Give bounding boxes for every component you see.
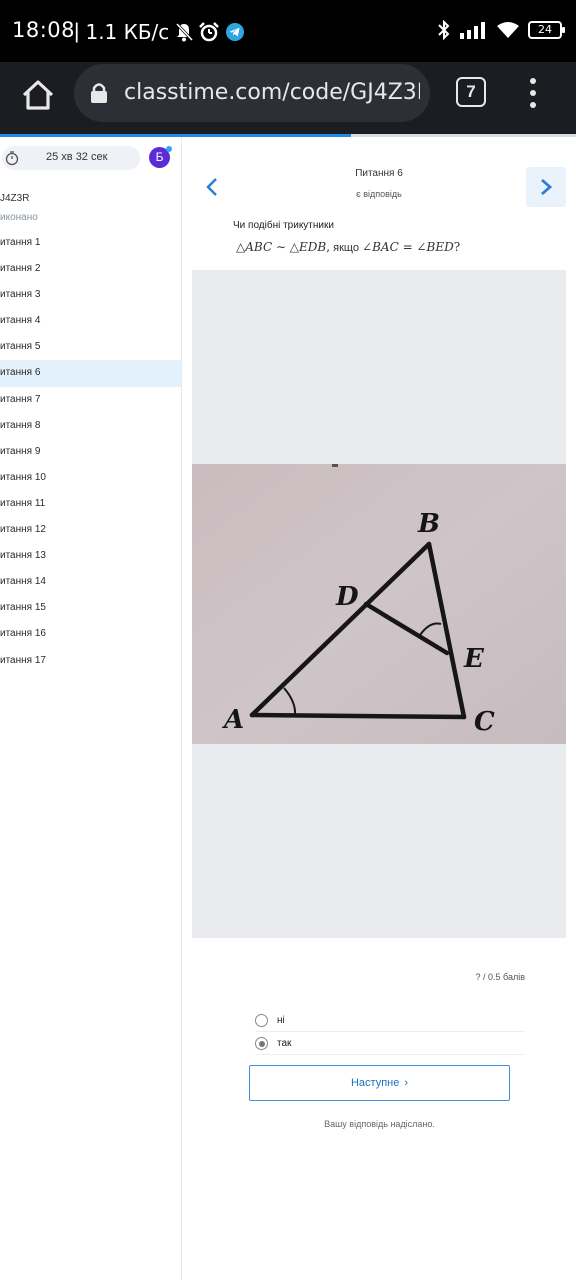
telegram-icon	[226, 23, 245, 41]
sidebar-question-item[interactable]: итання 9	[0, 439, 181, 465]
option-label: ні	[277, 1015, 285, 1026]
chevron-right-icon: ›	[404, 1077, 409, 1089]
status-left: | 1.1 КБ/с	[74, 20, 245, 44]
previous-question-icon[interactable]	[203, 175, 223, 199]
bell-off-icon	[176, 22, 194, 42]
status-bar: 18:08 | 1.1 КБ/с 24	[0, 0, 576, 62]
sidebar-question-item[interactable]: итання 2	[0, 256, 181, 282]
sidebar-question-item[interactable]: итання 8	[0, 413, 181, 439]
answer-option-no[interactable]: ні	[255, 1010, 525, 1032]
lock-icon	[91, 83, 107, 103]
sidebar-question-item[interactable]: итання 3	[0, 282, 181, 308]
sidebar-question-item[interactable]: итання 1	[0, 230, 181, 256]
chevron-right-icon	[541, 178, 553, 196]
radio-button[interactable]	[255, 1037, 268, 1050]
sidebar-question-item[interactable]: итання 4	[0, 308, 181, 334]
triangle-figure: B D E A C	[192, 464, 566, 744]
browser-menu-icon[interactable]	[522, 74, 544, 114]
answered-status: є відповідь	[356, 189, 402, 199]
answer-sent-message: Вашу відповідь надіслано.	[324, 1119, 435, 1129]
stopwatch-icon	[5, 151, 19, 166]
sidebar-question-item[interactable]: итання 12	[0, 517, 181, 543]
sidebar-question-item[interactable]: итання 7	[0, 387, 181, 413]
tab-switcher-button[interactable]: 7	[456, 77, 486, 107]
sidebar-question-item[interactable]: итання 14	[0, 569, 181, 595]
bluetooth-icon	[438, 20, 450, 40]
completion-status: иконано	[0, 212, 38, 223]
triangle-diagram: B D E A C	[192, 464, 566, 744]
vertex-label-e: E	[463, 644, 485, 674]
sidebar-question-item[interactable]: итання 6	[0, 360, 181, 387]
timer: 25 хв 32 сек	[2, 146, 140, 170]
signal-icon	[460, 22, 485, 39]
url-text: classtime.com/code/GJ4Z3R/	[124, 80, 420, 105]
home-icon[interactable]	[18, 75, 58, 115]
vertex-label-b: B	[417, 509, 440, 539]
question-image-panel: B D E A C	[192, 270, 566, 938]
vertex-label-a: A	[221, 705, 244, 735]
wifi-icon	[497, 22, 519, 38]
sidebar-question-item[interactable]: итання 13	[0, 543, 181, 569]
question-title: Питання 6	[355, 168, 403, 179]
question-prompt: Чи подібні трикутники	[233, 220, 334, 231]
vertex-label-c: C	[474, 707, 495, 737]
question-sidebar: 25 хв 32 сек Б J4Z3R иконано итання 1 ита…	[0, 137, 182, 1280]
browser-toolbar: classtime.com/code/GJ4Z3R/ 7	[0, 62, 576, 134]
next-question-button[interactable]	[526, 167, 566, 207]
status-time: 18:08	[12, 18, 76, 42]
answer-option-yes[interactable]: так	[255, 1033, 525, 1055]
option-label: так	[277, 1038, 292, 1049]
sidebar-question-item[interactable]: итання 5	[0, 334, 181, 360]
address-bar[interactable]: classtime.com/code/GJ4Z3R/	[74, 64, 430, 122]
vertex-label-d: D	[335, 582, 359, 612]
next-button[interactable]: Наступне ›	[249, 1065, 510, 1101]
question-formula: △ABC ∼ △EDB, якщо ∠BAC = ∠BED?	[236, 240, 461, 254]
timer-text: 25 хв 32 сек	[46, 151, 108, 163]
radio-button[interactable]	[255, 1014, 268, 1027]
sidebar-question-item[interactable]: итання 16	[0, 621, 181, 647]
session-code: J4Z3R	[0, 193, 30, 204]
points-label: ? / 0.5 балів	[475, 972, 525, 982]
sidebar-question-item[interactable]: итання 10	[0, 465, 181, 491]
sidebar-question-item[interactable]: итання 11	[0, 491, 181, 517]
alarm-icon	[199, 22, 220, 42]
question-list: итання 1 итання 2 итання 3 итання 4 итання 5…	[0, 230, 181, 674]
sidebar-question-item[interactable]: итання 17	[0, 648, 181, 674]
status-right: 24	[436, 20, 565, 40]
battery-indicator: 24	[528, 21, 565, 39]
sidebar-question-item[interactable]: итання 15	[0, 595, 181, 621]
network-speed: 1.1 КБ/с	[85, 20, 170, 44]
avatar[interactable]: Б	[149, 146, 172, 168]
question-panel: Питання 6 є відповідь Чи подібні трикутн…	[183, 137, 576, 1280]
